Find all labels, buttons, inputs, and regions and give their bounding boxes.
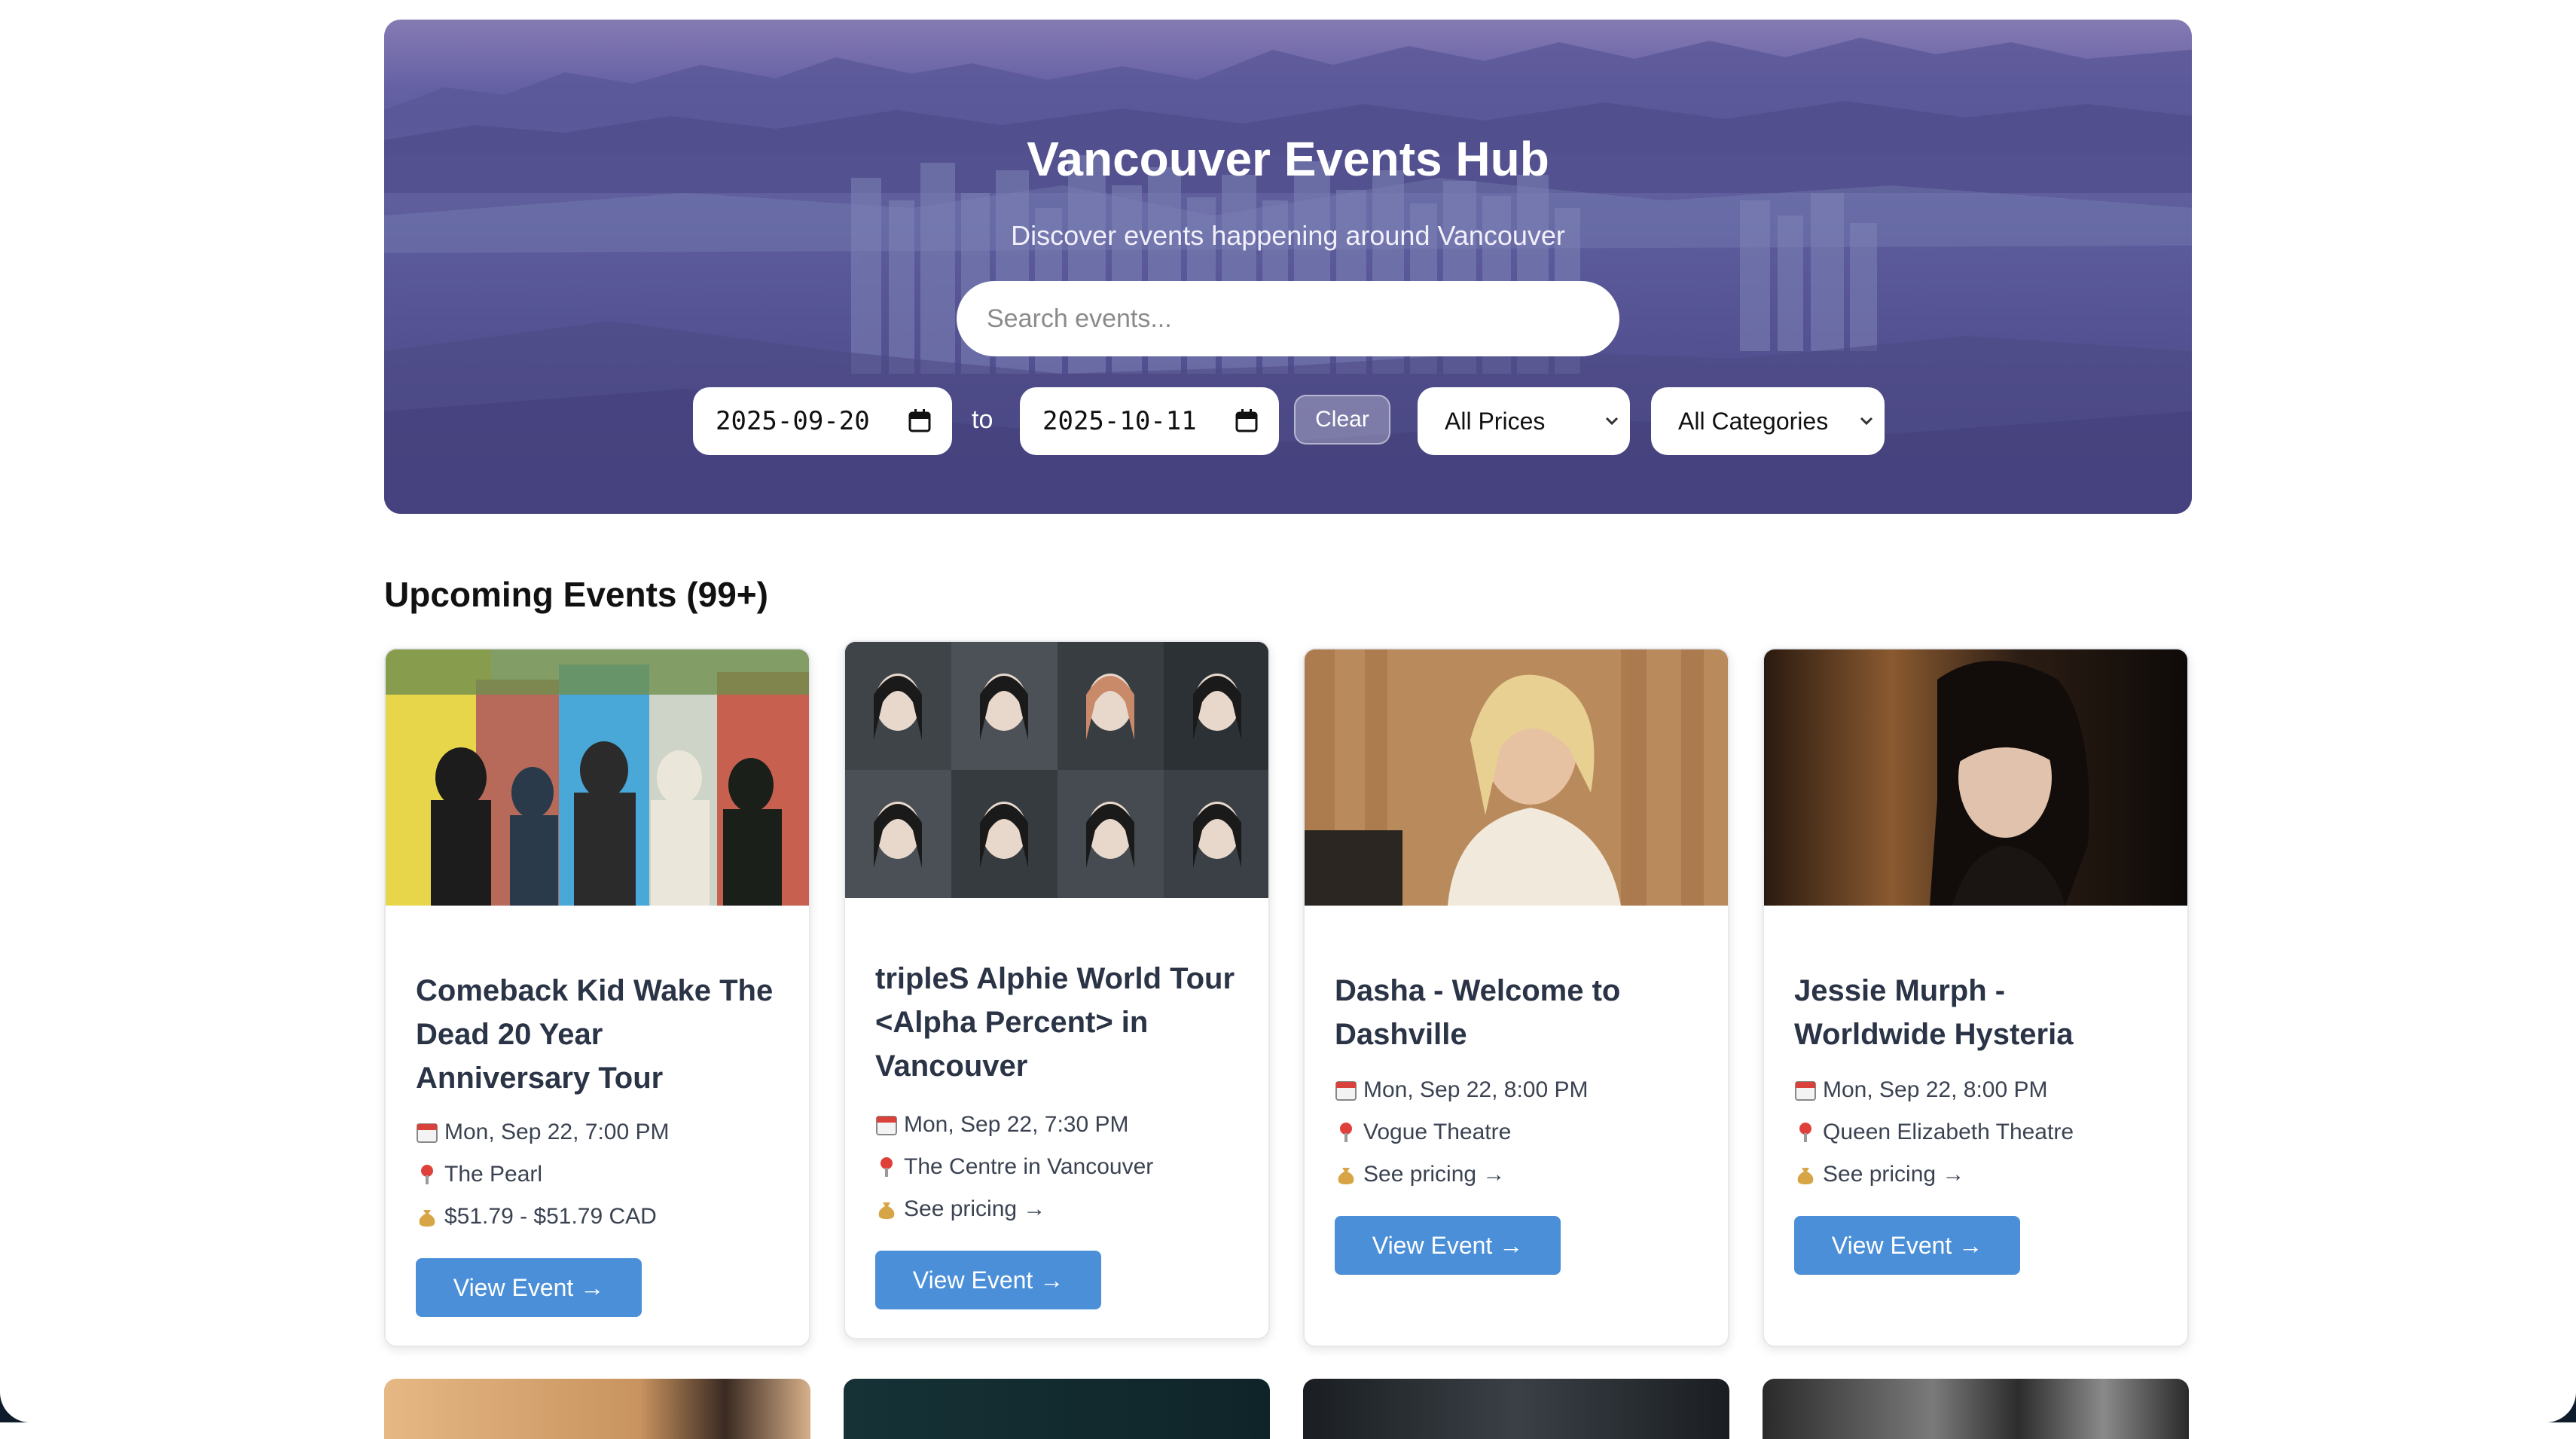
view-event-button[interactable]: View Event → [875, 1251, 1101, 1309]
event-title-line: Anniversary Tour [416, 1062, 664, 1095]
clear-dates-button[interactable]: Clear [1294, 395, 1390, 445]
event-image [1764, 649, 2187, 906]
event-date: Mon, Sep 22, 7:00 PM [416, 1120, 670, 1145]
date-to-field[interactable]: 2025-10-11 [1020, 387, 1279, 455]
pin-icon [1340, 1123, 1352, 1142]
hero-subtitle: Discover events happening around Vancouv… [1011, 220, 1565, 251]
money-bag-icon [878, 1202, 895, 1219]
event-price: See pricing → [1794, 1162, 1964, 1187]
event-venue: Vogue Theatre [1335, 1120, 1511, 1145]
event-card-partial[interactable] [844, 1379, 1270, 1439]
hero-banner: Vancouver Events Hub Discover events hap… [384, 20, 2192, 514]
calendar-icon[interactable] [1235, 408, 1258, 432]
event-title[interactable]: tripleS Alphie World Tour <Alpha Percent… [875, 957, 1252, 1088]
date-from-field[interactable]: 2025-09-20 [693, 387, 952, 455]
event-card-partial[interactable] [1763, 1379, 2189, 1439]
price-filter-select[interactable]: All Prices [1418, 387, 1630, 455]
event-card-partial[interactable] [384, 1379, 810, 1439]
category-filter-select[interactable]: All Categories [1651, 387, 1885, 455]
view-event-button[interactable]: View Event → [1794, 1216, 2020, 1275]
date-from-value: 2025-09-20 [716, 406, 870, 436]
money-bag-icon [419, 1210, 435, 1227]
event-title-line: tripleS Alphie World Tour [875, 962, 1235, 995]
event-date: Mon, Sep 22, 8:00 PM [1335, 1077, 1589, 1103]
pin-icon [881, 1157, 893, 1177]
calendar-icon [1795, 1081, 1816, 1101]
event-card[interactable]: Jessie Murph - Worldwide Hysteria Mon, S… [1763, 648, 2189, 1347]
calendar-icon [417, 1123, 438, 1143]
event-venue: The Centre in Vancouver [875, 1154, 1153, 1180]
date-to-value: 2025-10-11 [1042, 406, 1197, 436]
event-image [386, 649, 809, 906]
money-bag-icon [1338, 1168, 1354, 1184]
pin-icon [421, 1165, 433, 1184]
event-price: See pricing → [875, 1196, 1045, 1222]
chevron-down-icon [1605, 417, 1619, 426]
view-event-button[interactable]: View Event → [416, 1258, 642, 1317]
event-card[interactable]: Comeback Kid Wake The Dead 20 Year Anniv… [384, 648, 810, 1347]
view-event-button[interactable]: View Event → [1335, 1216, 1561, 1275]
event-title[interactable]: Dasha - Welcome to Dashville [1335, 969, 1711, 1056]
money-bag-icon [1797, 1168, 1814, 1184]
event-title-line: Dashville [1335, 1018, 1467, 1051]
event-title-line: Dasha - Welcome to [1335, 974, 1621, 1007]
chevron-down-icon [1860, 417, 1873, 426]
date-range-separator: to [972, 405, 993, 434]
event-price: See pricing → [1335, 1162, 1505, 1187]
event-date: Mon, Sep 22, 7:30 PM [875, 1112, 1129, 1138]
calendar-icon [1335, 1081, 1357, 1101]
event-price: $51.79 - $51.79 CAD [416, 1204, 657, 1230]
event-title-line: Comeback Kid Wake The [416, 974, 774, 1007]
event-image [1305, 649, 1728, 906]
calendar-icon [876, 1116, 897, 1135]
event-title-line: Jessie Murph - [1794, 974, 2006, 1007]
page-title: Vancouver Events Hub [1027, 132, 1549, 186]
page: Vancouver Events Hub Discover events hap… [0, 0, 2576, 1439]
event-venue: Queen Elizabeth Theatre [1794, 1120, 2074, 1145]
event-card-partial[interactable] [1303, 1379, 1729, 1439]
event-title-line: Dead 20 Year [416, 1018, 603, 1051]
event-title-line: Worldwide Hysteria [1794, 1018, 2074, 1051]
pin-icon [1799, 1123, 1811, 1142]
calendar-icon[interactable] [908, 408, 931, 432]
event-title[interactable]: Comeback Kid Wake The Dead 20 Year Anniv… [416, 969, 792, 1100]
window-corner [2516, 1362, 2576, 1422]
search-input[interactable] [957, 281, 1619, 356]
event-title-line: Vancouver [875, 1049, 1028, 1083]
window-corner [0, 1362, 60, 1422]
event-title-line: <Alpha Percent> in [875, 1006, 1149, 1039]
event-image [845, 642, 1268, 898]
section-title: Upcoming Events (99+) [384, 575, 768, 614]
category-filter-value: All Categories [1678, 407, 1829, 435]
price-filter-value: All Prices [1445, 407, 1546, 435]
event-card[interactable]: Dasha - Welcome to Dashville Mon, Sep 22… [1303, 648, 1729, 1347]
event-card[interactable]: tripleS Alphie World Tour <Alpha Percent… [844, 640, 1270, 1340]
event-date: Mon, Sep 22, 8:00 PM [1794, 1077, 2048, 1103]
event-title[interactable]: Jessie Murph - Worldwide Hysteria [1794, 969, 2171, 1056]
event-venue: The Pearl [416, 1162, 542, 1187]
